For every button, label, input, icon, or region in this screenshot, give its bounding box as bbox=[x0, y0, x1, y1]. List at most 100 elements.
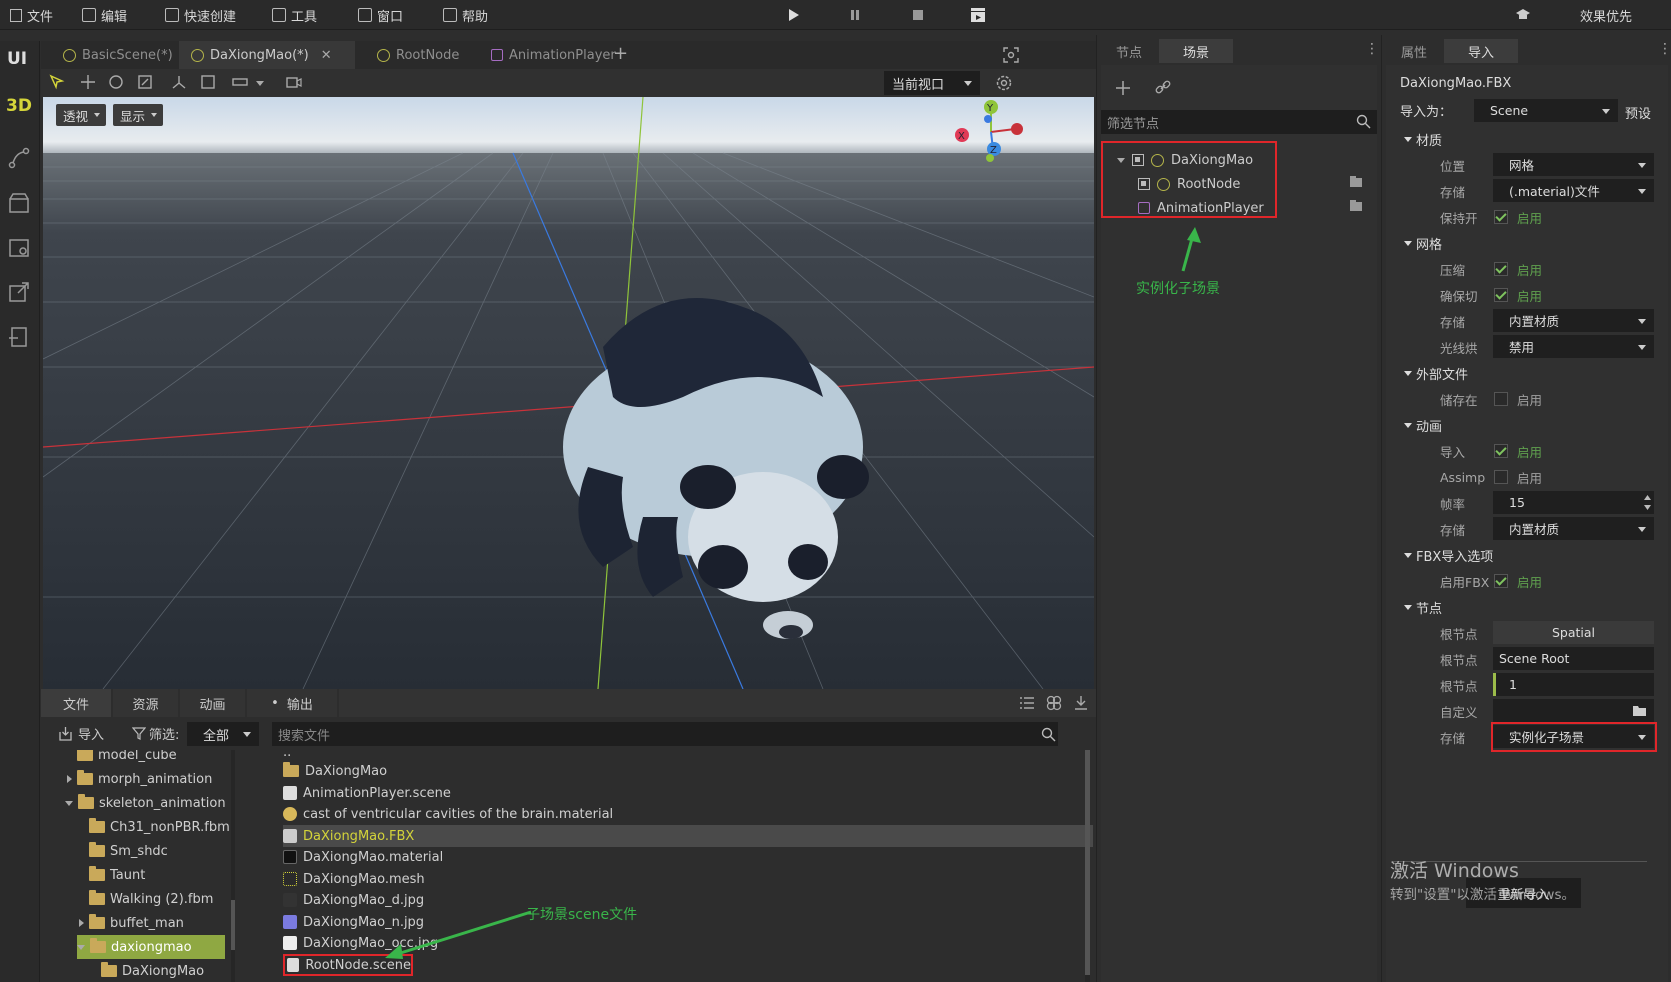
graduation-icon[interactable] bbox=[1515, 8, 1531, 22]
add-tab-icon[interactable]: + bbox=[613, 43, 628, 64]
play-icon[interactable] bbox=[786, 8, 800, 22]
section-external-files[interactable]: 外部文件 bbox=[1404, 362, 1468, 384]
root-name-input[interactable]: Scene Root bbox=[1493, 647, 1654, 670]
folder-open-icon[interactable] bbox=[1632, 703, 1648, 717]
checkbox-unchecked[interactable] bbox=[1494, 392, 1508, 406]
chevron-down-icon[interactable] bbox=[77, 944, 85, 950]
node-filter-input[interactable]: 筛选节点 bbox=[1101, 110, 1377, 134]
tree-item[interactable]: model_cube bbox=[77, 750, 177, 767]
anim-fps-spinbox[interactable]: 15 bbox=[1493, 491, 1654, 514]
curve-icon[interactable] bbox=[8, 147, 30, 169]
tree-item[interactable]: Sm_shdc bbox=[89, 839, 168, 863]
3d-mode-button[interactable]: 3D bbox=[6, 96, 32, 116]
material-storage-dropdown[interactable]: (.material)文件 bbox=[1493, 179, 1654, 202]
pause-icon[interactable] bbox=[848, 8, 862, 22]
display-dropdown[interactable]: 显示 bbox=[113, 104, 164, 126]
ruler-dropdown-icon[interactable] bbox=[256, 81, 264, 86]
file-search-input[interactable]: 搜索文件 bbox=[272, 722, 1058, 746]
tree-item-selected[interactable]: daxiongmao bbox=[77, 935, 225, 959]
chevron-right-icon[interactable] bbox=[79, 919, 84, 927]
fullscreen-icon[interactable] bbox=[1003, 47, 1019, 63]
select-tool-icon[interactable] bbox=[49, 74, 65, 90]
grid-view-icon[interactable] bbox=[1046, 695, 1062, 711]
tab-node[interactable]: 节点 bbox=[1101, 39, 1157, 63]
external-store-checkbox[interactable]: 启用 bbox=[1494, 387, 1542, 411]
menu-file[interactable]: 文件 bbox=[10, 0, 53, 30]
tab-rootnode[interactable]: RootNode bbox=[365, 41, 471, 69]
section-fbx[interactable]: FBX导入选项 bbox=[1404, 544, 1493, 566]
export-icon[interactable] bbox=[8, 281, 30, 303]
ruler-icon[interactable] bbox=[232, 74, 248, 90]
download-icon[interactable] bbox=[1073, 695, 1089, 711]
checkbox-checked[interactable] bbox=[1494, 574, 1508, 588]
anim-storage-dropdown[interactable]: 内置材质 bbox=[1493, 517, 1654, 540]
file-list-scrollbar[interactable] bbox=[1085, 750, 1090, 982]
menu-help[interactable]: 帮助 bbox=[443, 0, 488, 30]
perspective-dropdown[interactable]: 透视 bbox=[56, 104, 107, 126]
tab-scene[interactable]: 场景 bbox=[1159, 39, 1233, 63]
tab-daxiongmao[interactable]: DaXiongMao(*) ✕ bbox=[179, 41, 355, 69]
clapper-icon[interactable] bbox=[970, 7, 986, 23]
mesh-tangent-checkbox[interactable]: 启用 bbox=[1494, 283, 1542, 307]
fbx-enable-checkbox[interactable]: 启用 bbox=[1494, 569, 1542, 593]
tree-scrollbar[interactable] bbox=[231, 750, 235, 982]
tab-properties[interactable]: 属性 bbox=[1386, 39, 1442, 63]
custom-script-input[interactable] bbox=[1493, 699, 1654, 722]
tab-output[interactable]: • 输出 bbox=[247, 689, 337, 717]
file-row[interactable]: AnimationPlayer.scene bbox=[283, 782, 1096, 804]
section-material[interactable]: 材质 bbox=[1404, 128, 1442, 150]
spinner-arrows-icon[interactable] bbox=[1643, 494, 1652, 511]
tree-item[interactable]: DaXiongMao bbox=[101, 959, 204, 982]
file-row[interactable]: cast of ventricular cavities of the brai… bbox=[283, 803, 1096, 825]
rotate-tool-icon[interactable] bbox=[108, 74, 124, 90]
checkbox-checked[interactable] bbox=[1494, 262, 1508, 276]
menu-quick-create[interactable]: 快速创建 bbox=[165, 0, 236, 30]
checkbox-checked[interactable] bbox=[1494, 210, 1508, 224]
anim-import-checkbox[interactable]: 启用 bbox=[1494, 439, 1542, 463]
3d-viewport[interactable]: Y X Z 透视 显示 bbox=[43, 97, 1094, 689]
section-animation[interactable]: 动画 bbox=[1404, 414, 1442, 436]
file-row[interactable]: DaXiongMao.material bbox=[283, 846, 1096, 868]
material-keep-checkbox[interactable]: 启用 bbox=[1494, 205, 1542, 229]
open-scene-icon[interactable] bbox=[1349, 199, 1363, 212]
section-node[interactable]: 节点 bbox=[1404, 596, 1442, 618]
menu-tools[interactable]: 工具 bbox=[272, 0, 317, 30]
list-view-icon[interactable] bbox=[1019, 696, 1035, 710]
checkbox-checked[interactable] bbox=[1494, 288, 1508, 302]
add-node-icon[interactable] bbox=[1114, 79, 1132, 97]
quality-mode[interactable]: 效果优先 bbox=[1580, 0, 1632, 30]
settings-window-icon[interactable] bbox=[8, 237, 30, 259]
mesh-lightbake-dropdown[interactable]: 禁用 bbox=[1493, 335, 1654, 358]
scale-tool-icon[interactable] bbox=[137, 74, 153, 90]
chevron-right-icon[interactable] bbox=[67, 775, 72, 783]
search-icon[interactable] bbox=[1356, 114, 1371, 129]
stop-icon[interactable] bbox=[911, 8, 925, 22]
more-icon[interactable]: ⋮ bbox=[1365, 41, 1379, 57]
document-import-icon[interactable] bbox=[8, 326, 30, 348]
anim-assimp-checkbox[interactable]: 启用 bbox=[1494, 465, 1542, 489]
tree-item[interactable]: buffet_man bbox=[79, 911, 184, 935]
tab-files[interactable]: 文件 bbox=[41, 689, 111, 717]
move-tool-icon[interactable] bbox=[80, 74, 96, 90]
close-icon[interactable]: ✕ bbox=[321, 48, 332, 63]
tab-assets[interactable]: 资源 bbox=[113, 689, 178, 717]
checkbox-checked[interactable] bbox=[1494, 444, 1508, 458]
open-scene-icon[interactable] bbox=[1349, 175, 1363, 188]
root-type-button[interactable]: Spatial bbox=[1493, 621, 1654, 644]
filter-dropdown[interactable]: 全部 bbox=[187, 722, 259, 746]
tab-animation[interactable]: 动画 bbox=[180, 689, 245, 717]
file-row[interactable]: DaXiongMao bbox=[283, 760, 1096, 782]
snap-icon[interactable] bbox=[200, 74, 216, 90]
tree-item[interactable]: Walking (2).fbm bbox=[89, 887, 213, 911]
search-icon[interactable] bbox=[1041, 727, 1056, 742]
gear-icon[interactable] bbox=[995, 74, 1013, 92]
import-as-dropdown[interactable]: Scene bbox=[1474, 99, 1618, 122]
root-scale-slider[interactable]: 1 bbox=[1493, 673, 1654, 696]
tree-item[interactable]: skeleton_animation bbox=[65, 791, 226, 815]
tab-import[interactable]: 导入 bbox=[1444, 39, 1518, 63]
ui-mode-button[interactable]: UI bbox=[7, 49, 27, 69]
chevron-down-icon[interactable] bbox=[65, 800, 73, 806]
file-row-selected[interactable]: DaXiongMao.FBX bbox=[283, 825, 1093, 847]
tab-basicscene[interactable]: BasicScene(*) bbox=[51, 41, 185, 69]
menu-window[interactable]: 窗口 bbox=[358, 0, 403, 30]
